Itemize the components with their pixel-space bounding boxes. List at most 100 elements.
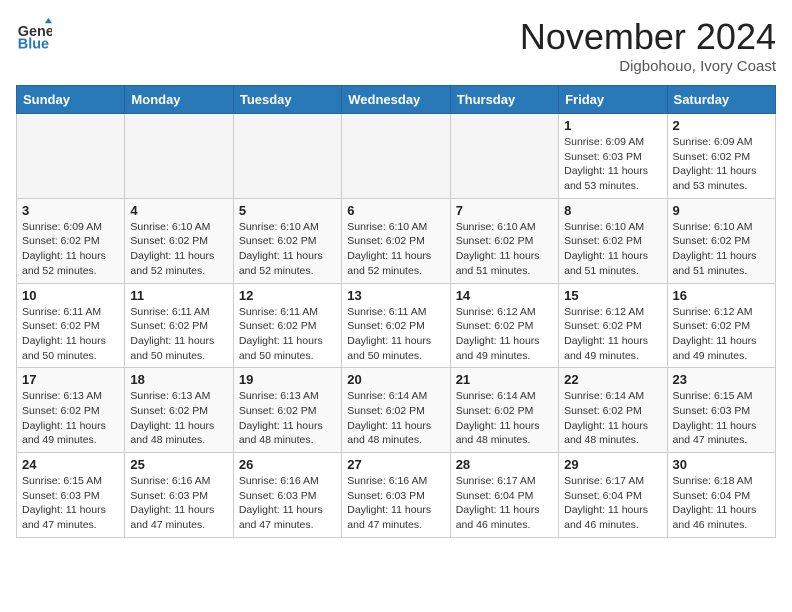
day-number: 5	[239, 203, 336, 218]
day-info: Sunrise: 6:10 AM Sunset: 6:02 PM Dayligh…	[673, 220, 770, 279]
day-info: Sunrise: 6:10 AM Sunset: 6:02 PM Dayligh…	[564, 220, 661, 279]
calendar-cell: 10 Sunrise: 6:11 AM Sunset: 6:02 PM Dayli…	[17, 283, 125, 368]
day-info: Sunrise: 6:15 AM Sunset: 6:03 PM Dayligh…	[673, 389, 770, 448]
calendar-cell: 21 Sunrise: 6:14 AM Sunset: 6:02 PM Dayli…	[450, 368, 558, 453]
calendar-cell: 22 Sunrise: 6:14 AM Sunset: 6:02 PM Dayli…	[559, 368, 667, 453]
weekday-header: Friday	[559, 86, 667, 114]
day-info: Sunrise: 6:14 AM Sunset: 6:02 PM Dayligh…	[564, 389, 661, 448]
day-info: Sunrise: 6:18 AM Sunset: 6:04 PM Dayligh…	[673, 474, 770, 533]
day-info: Sunrise: 6:09 AM Sunset: 6:03 PM Dayligh…	[564, 135, 661, 194]
day-info: Sunrise: 6:10 AM Sunset: 6:02 PM Dayligh…	[456, 220, 553, 279]
day-info: Sunrise: 6:17 AM Sunset: 6:04 PM Dayligh…	[456, 474, 553, 533]
calendar-cell	[450, 114, 558, 199]
day-number: 1	[564, 118, 661, 133]
page-header: General Blue November 2024 Digbohouo, Iv…	[16, 16, 776, 75]
day-info: Sunrise: 6:14 AM Sunset: 6:02 PM Dayligh…	[456, 389, 553, 448]
location-title: Digbohouo, Ivory Coast	[520, 58, 776, 75]
logo-icon: General Blue	[16, 16, 52, 52]
calendar-cell	[125, 114, 233, 199]
calendar-cell	[233, 114, 341, 199]
day-number: 3	[22, 203, 119, 218]
weekday-header: Tuesday	[233, 86, 341, 114]
calendar-cell: 2 Sunrise: 6:09 AM Sunset: 6:02 PM Daylig…	[667, 114, 775, 199]
day-number: 30	[673, 457, 770, 472]
calendar-cell	[17, 114, 125, 199]
day-number: 11	[130, 288, 227, 303]
calendar-cell: 27 Sunrise: 6:16 AM Sunset: 6:03 PM Dayli…	[342, 453, 450, 538]
day-info: Sunrise: 6:16 AM Sunset: 6:03 PM Dayligh…	[239, 474, 336, 533]
day-info: Sunrise: 6:13 AM Sunset: 6:02 PM Dayligh…	[22, 389, 119, 448]
day-info: Sunrise: 6:12 AM Sunset: 6:02 PM Dayligh…	[673, 305, 770, 364]
weekday-header: Wednesday	[342, 86, 450, 114]
calendar-cell: 26 Sunrise: 6:16 AM Sunset: 6:03 PM Dayli…	[233, 453, 341, 538]
weekday-header: Monday	[125, 86, 233, 114]
title-area: November 2024 Digbohouo, Ivory Coast	[520, 16, 776, 75]
day-info: Sunrise: 6:13 AM Sunset: 6:02 PM Dayligh…	[130, 389, 227, 448]
day-number: 24	[22, 457, 119, 472]
weekday-header: Sunday	[17, 86, 125, 114]
calendar-cell: 23 Sunrise: 6:15 AM Sunset: 6:03 PM Dayli…	[667, 368, 775, 453]
calendar-cell: 28Sunrise: 6:17 AM Sunset: 6:04 PM Dayli…	[450, 453, 558, 538]
day-info: Sunrise: 6:09 AM Sunset: 6:02 PM Dayligh…	[22, 220, 119, 279]
calendar-cell: 4 Sunrise: 6:10 AM Sunset: 6:02 PM Daylig…	[125, 198, 233, 283]
day-number: 23	[673, 372, 770, 387]
day-info: Sunrise: 6:10 AM Sunset: 6:02 PM Dayligh…	[130, 220, 227, 279]
calendar-cell	[342, 114, 450, 199]
day-info: Sunrise: 6:16 AM Sunset: 6:03 PM Dayligh…	[347, 474, 444, 533]
month-title: November 2024	[520, 16, 776, 58]
calendar-cell: 24 Sunrise: 6:15 AM Sunset: 6:03 PM Dayli…	[17, 453, 125, 538]
day-number: 4	[130, 203, 227, 218]
day-info: Sunrise: 6:16 AM Sunset: 6:03 PM Dayligh…	[130, 474, 227, 533]
logo: General Blue	[16, 16, 52, 52]
day-number: 22	[564, 372, 661, 387]
day-info: Sunrise: 6:10 AM Sunset: 6:02 PM Dayligh…	[239, 220, 336, 279]
day-number: 19	[239, 372, 336, 387]
calendar-week-row: 10 Sunrise: 6:11 AM Sunset: 6:02 PM Dayli…	[17, 283, 776, 368]
day-info: Sunrise: 6:11 AM Sunset: 6:02 PM Dayligh…	[130, 305, 227, 364]
day-number: 14	[456, 288, 553, 303]
day-number: 9	[673, 203, 770, 218]
weekday-header-row: SundayMondayTuesdayWednesdayThursdayFrid…	[17, 86, 776, 114]
calendar-cell: 12Sunrise: 6:11 AM Sunset: 6:02 PM Dayli…	[233, 283, 341, 368]
day-number: 26	[239, 457, 336, 472]
day-info: Sunrise: 6:14 AM Sunset: 6:02 PM Dayligh…	[347, 389, 444, 448]
calendar-cell: 3 Sunrise: 6:09 AM Sunset: 6:02 PM Daylig…	[17, 198, 125, 283]
calendar-week-row: 24 Sunrise: 6:15 AM Sunset: 6:03 PM Dayli…	[17, 453, 776, 538]
svg-text:Blue: Blue	[18, 36, 49, 52]
calendar-cell: 17Sunrise: 6:13 AM Sunset: 6:02 PM Dayli…	[17, 368, 125, 453]
day-number: 27	[347, 457, 444, 472]
day-number: 18	[130, 372, 227, 387]
calendar-week-row: 17Sunrise: 6:13 AM Sunset: 6:02 PM Dayli…	[17, 368, 776, 453]
calendar-cell: 29 Sunrise: 6:17 AM Sunset: 6:04 PM Dayli…	[559, 453, 667, 538]
day-number: 12	[239, 288, 336, 303]
calendar-cell: 8 Sunrise: 6:10 AM Sunset: 6:02 PM Daylig…	[559, 198, 667, 283]
day-number: 8	[564, 203, 661, 218]
day-info: Sunrise: 6:11 AM Sunset: 6:02 PM Dayligh…	[22, 305, 119, 364]
day-number: 10	[22, 288, 119, 303]
calendar-cell: 5 Sunrise: 6:10 AM Sunset: 6:02 PM Daylig…	[233, 198, 341, 283]
day-number: 21	[456, 372, 553, 387]
calendar-cell: 19Sunrise: 6:13 AM Sunset: 6:02 PM Dayli…	[233, 368, 341, 453]
day-number: 6	[347, 203, 444, 218]
day-info: Sunrise: 6:12 AM Sunset: 6:02 PM Dayligh…	[456, 305, 553, 364]
calendar-cell: 6Sunrise: 6:10 AM Sunset: 6:02 PM Daylig…	[342, 198, 450, 283]
calendar-table: SundayMondayTuesdayWednesdayThursdayFrid…	[16, 85, 776, 538]
day-info: Sunrise: 6:17 AM Sunset: 6:04 PM Dayligh…	[564, 474, 661, 533]
day-info: Sunrise: 6:09 AM Sunset: 6:02 PM Dayligh…	[673, 135, 770, 194]
calendar-cell: 14 Sunrise: 6:12 AM Sunset: 6:02 PM Dayli…	[450, 283, 558, 368]
day-number: 29	[564, 457, 661, 472]
day-number: 25	[130, 457, 227, 472]
day-info: Sunrise: 6:15 AM Sunset: 6:03 PM Dayligh…	[22, 474, 119, 533]
weekday-header: Saturday	[667, 86, 775, 114]
day-number: 16	[673, 288, 770, 303]
day-number: 2	[673, 118, 770, 133]
calendar-cell: 30 Sunrise: 6:18 AM Sunset: 6:04 PM Dayli…	[667, 453, 775, 538]
day-number: 7	[456, 203, 553, 218]
day-number: 13	[347, 288, 444, 303]
calendar-cell: 18 Sunrise: 6:13 AM Sunset: 6:02 PM Dayli…	[125, 368, 233, 453]
calendar-cell: 15Sunrise: 6:12 AM Sunset: 6:02 PM Dayli…	[559, 283, 667, 368]
calendar-cell: 13 Sunrise: 6:11 AM Sunset: 6:02 PM Dayli…	[342, 283, 450, 368]
calendar-cell: 1 Sunrise: 6:09 AM Sunset: 6:03 PM Daylig…	[559, 114, 667, 199]
calendar-cell: 7 Sunrise: 6:10 AM Sunset: 6:02 PM Daylig…	[450, 198, 558, 283]
day-info: Sunrise: 6:11 AM Sunset: 6:02 PM Dayligh…	[347, 305, 444, 364]
